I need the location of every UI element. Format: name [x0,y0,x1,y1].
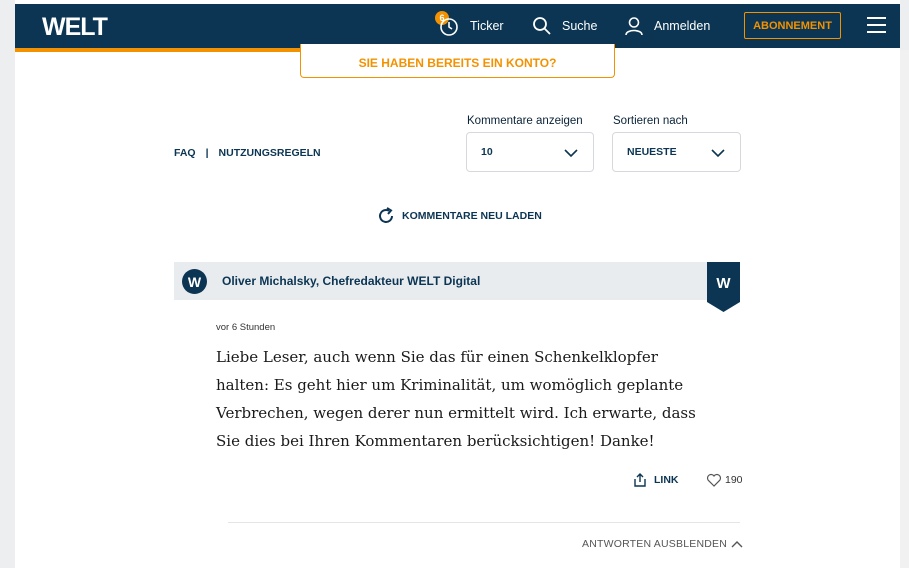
avatar[interactable]: W [182,269,207,294]
comment-author-name[interactable]: Oliver Michalsky, Chefredakteur WELT Dig… [222,274,480,288]
comments-count-value: 10 [481,146,493,158]
like-count: 190 [725,474,743,486]
hide-replies-label: ANTWORTEN AUSBLENDEN [582,538,727,550]
welt-logo[interactable]: WELT [42,13,108,42]
faq-link[interactable]: FAQ [174,147,196,159]
ticker-button[interactable]: Ticker [438,4,504,48]
user-icon [625,17,643,36]
comment-text: Liebe Leser, auch wenn Sie das für einen… [216,348,696,450]
link-separator: | [205,147,209,159]
heart-icon [706,473,722,487]
site-header: WELT 6 Ticker Suche Anmelden ABONNEMENT [15,4,900,48]
show-comments-label: Kommentare anzeigen [467,115,583,127]
share-link-label: LINK [654,474,679,486]
subscription-button[interactable]: ABONNEMENT [744,12,841,39]
reload-label: KOMMENTARE NEU LADEN [402,210,542,222]
refresh-icon [379,207,393,223]
sort-select[interactable]: NEUESTE [612,132,741,172]
search-button[interactable]: Suche [532,4,597,48]
login-label: Anmelden [654,19,711,33]
comments-count-select[interactable]: 10 [466,132,594,172]
comment-author-bar: W Oliver Michalsky, Chefredakteur WELT D… [174,262,740,300]
like-button[interactable]: 190 [706,472,743,488]
share-link-button[interactable]: LINK [632,472,679,488]
scrollbar[interactable] [900,50,909,568]
search-label: Suche [562,19,598,33]
hide-replies-button[interactable]: ANTWORTEN AUSBLENDEN [582,538,743,550]
rules-link[interactable]: NUTZUNGSREGELN [219,147,321,159]
comment-divider [228,522,740,523]
welt-staff-badge-icon: W [707,262,740,312]
already-have-account-button[interactable]: SIE HABEN BEREITS EIN KONTO? [300,44,615,78]
sort-value: NEUESTE [627,146,677,158]
clock-icon [440,18,458,36]
reload-comments-button[interactable]: KOMMENTARE NEU LADEN [376,206,542,226]
sort-label: Sortieren nach [613,115,688,127]
reading-progress-bar [15,48,341,52]
staff-badge-letter: W [716,275,731,292]
comment-timestamp: vor 6 Stunden [216,322,276,333]
ticker-label: Ticker [470,19,504,33]
login-button[interactable]: Anmelden [624,4,710,48]
hamburger-menu-icon[interactable] [867,17,886,33]
share-icon [634,473,646,487]
help-links: FAQ | NUTZUNGSREGELN [174,147,321,159]
chevron-down-icon [711,149,725,158]
chevron-up-icon [731,541,743,548]
search-icon [533,17,551,35]
chevron-down-icon [564,149,578,158]
